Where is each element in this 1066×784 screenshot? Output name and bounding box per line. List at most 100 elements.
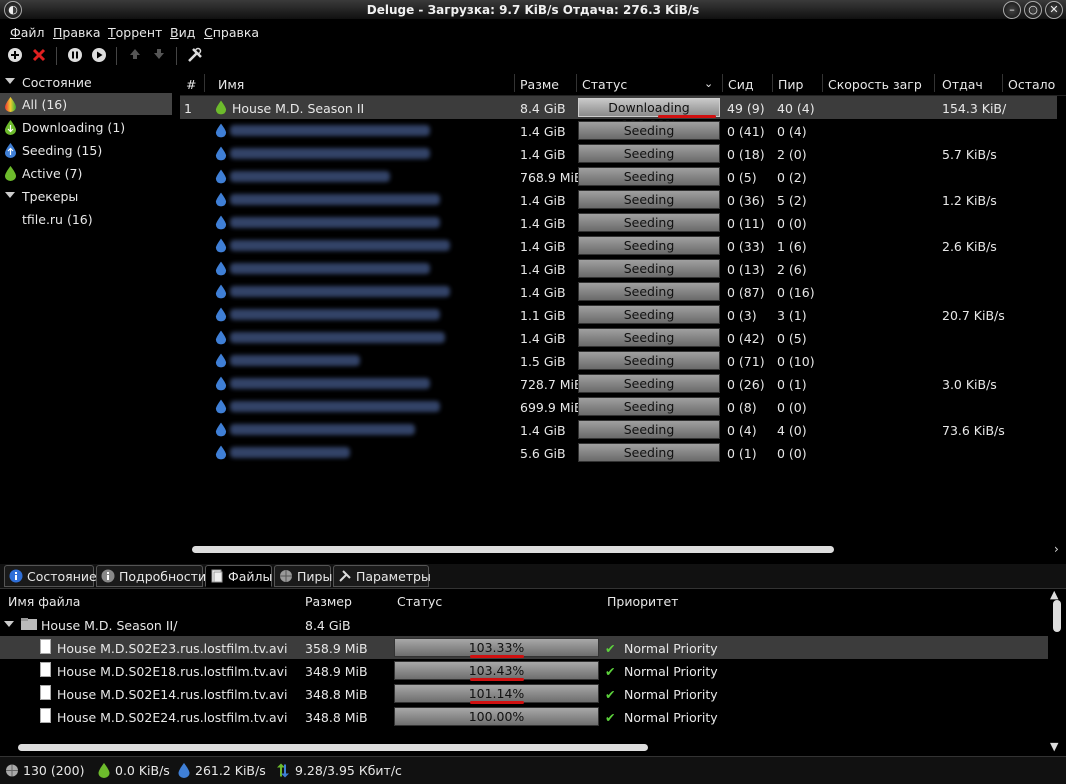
torrent-upload-speed: 2.6 KiB/s (942, 239, 997, 254)
torrent-seeds: 0 (8) (727, 400, 757, 415)
queue-up-icon[interactable] (126, 47, 144, 65)
torrent-status-bar: Seeding (578, 259, 720, 278)
tab-files[interactable]: Файлы (205, 565, 272, 587)
files-hscrollbar[interactable] (18, 744, 648, 751)
torrent-row[interactable]: 1.4 GiB Seeding 0 (13) 2 (6) (180, 257, 1057, 280)
col-up-speed[interactable]: Отдач (942, 77, 983, 92)
file-priority[interactable]: Normal Priority (624, 710, 718, 725)
torrent-peers: 5 (2) (777, 193, 807, 208)
col-eta[interactable]: Остало (1008, 77, 1055, 92)
col-size[interactable]: Разме (520, 77, 559, 92)
torrent-row[interactable]: 1.4 GiB Seeding 0 (18) 2 (0) 5.7 KiB/s (180, 142, 1057, 165)
menu-bar: Файл Правка Торрент Вид Справка (0, 20, 1066, 44)
expand-triangle-icon[interactable] (5, 78, 15, 84)
file-name: House M.D.S02E18.rus.lostfilm.tv.avi (57, 664, 288, 679)
torrent-row[interactable]: 5.6 GiB Seeding 0 (1) 0 (0) (180, 441, 1057, 464)
blurred-torrent-name (230, 309, 440, 320)
folder-icon (21, 618, 37, 630)
menu-help[interactable]: Справка (204, 25, 259, 40)
close-icon[interactable]: ✕ (1045, 1, 1063, 19)
torrent-peers: 0 (16) (777, 285, 815, 300)
menu-view[interactable]: Вид (170, 25, 195, 40)
menu-file[interactable]: Файл (10, 25, 45, 40)
torrent-status-bar: Seeding (578, 190, 720, 209)
col-filesize[interactable]: Размер (305, 594, 352, 609)
resume-icon[interactable] (90, 47, 108, 65)
sidebar-state-header[interactable]: Состояние (0, 71, 172, 93)
file-priority[interactable]: Normal Priority (624, 664, 718, 679)
torrent-row[interactable]: 1.5 GiB Seeding 0 (71) 0 (10) (180, 349, 1057, 372)
torrent-row[interactable]: 1.4 GiB Seeding 0 (11) 0 (0) (180, 211, 1057, 234)
col-down-speed[interactable]: Скорость загр (828, 77, 922, 92)
maximize-icon[interactable]: ○ (1024, 1, 1042, 19)
torrent-row[interactable]: 1.4 GiB Seeding 0 (41) 0 (4) (180, 119, 1057, 142)
sidebar-trackers-header[interactable]: Трекеры (0, 185, 172, 207)
menu-torrent[interactable]: Торрент (108, 25, 162, 40)
torrent-seeds: 0 (87) (727, 285, 765, 300)
file-row[interactable]: House M.D.S02E14.rus.lostfilm.tv.avi 348.… (0, 682, 1048, 705)
torrent-size: 699.9 MiB (520, 400, 583, 415)
blue-drop-icon (215, 422, 227, 437)
sidebar-item-active[interactable]: Active (7) (0, 162, 172, 184)
scroll-up-icon[interactable]: ▲ (1050, 588, 1058, 601)
file-row[interactable]: House M.D.S02E24.rus.lostfilm.tv.avi 348.… (0, 705, 1048, 728)
sidebar-item-all[interactable]: All (16) (0, 93, 172, 115)
col-name[interactable]: Имя (218, 77, 244, 92)
torrent-row[interactable]: 1.4 GiB Seeding 0 (4) 4 (0) 73.6 KiB/s (180, 418, 1057, 441)
torrent-row[interactable]: 1.4 GiB Seeding 0 (87) 0 (16) (180, 280, 1057, 303)
file-row[interactable]: House M.D.S02E23.rus.lostfilm.tv.avi 358.… (0, 636, 1048, 659)
expand-triangle-icon[interactable] (5, 192, 15, 198)
scroll-down-icon[interactable]: ▼ (1050, 740, 1058, 753)
col-status[interactable]: Статус (582, 77, 627, 92)
rainbow-drop-icon (5, 97, 16, 112)
blurred-torrent-name (230, 355, 360, 366)
pause-icon[interactable] (66, 47, 84, 65)
green-drop-icon (5, 120, 16, 135)
add-torrent-icon[interactable] (6, 47, 24, 65)
tab-details[interactable]: Подробности (96, 565, 206, 587)
files-vscrollbar[interactable] (1053, 600, 1061, 632)
folder-row[interactable]: House M.D. Season II/ 8.4 GiB (0, 613, 1048, 636)
torrent-row[interactable]: 1.4 GiB Seeding 0 (33) 1 (6) 2.6 KiB/s (180, 234, 1057, 257)
torrent-size: 5.6 GiB (520, 446, 566, 461)
sidebar-item-downloading[interactable]: Downloading (1) (0, 116, 172, 138)
torrent-row[interactable]: 768.9 MiB Seeding 0 (5) 0 (2) (180, 165, 1057, 188)
upload-speed[interactable]: 261.2 KiB/s (195, 763, 266, 778)
protocol-traffic[interactable]: 9.28/3.95 Кбит/с (295, 763, 402, 778)
minimize-icon[interactable]: – (1003, 1, 1021, 19)
tab-options[interactable]: Параметры (333, 565, 431, 587)
preferences-icon[interactable] (186, 47, 204, 65)
torrent-row[interactable]: 728.7 MiB Seeding 0 (26) 0 (1) 3.0 KiB/s (180, 372, 1057, 395)
torrent-row[interactable]: 1.4 GiB Seeding 0 (42) 0 (5) (180, 326, 1057, 349)
file-size: 348.8 MiB (305, 687, 368, 702)
col-filename[interactable]: Имя файла (8, 594, 80, 609)
tab-peers[interactable]: Пиры (274, 565, 332, 587)
sidebar-item-seeding[interactable]: Seeding (15) (0, 139, 172, 161)
torrent-row[interactable]: 699.9 MiB Seeding 0 (8) 0 (0) (180, 395, 1057, 418)
file-priority[interactable]: Normal Priority (624, 687, 718, 702)
scroll-right-icon[interactable]: › (1054, 542, 1064, 556)
connections-count[interactable]: 130 (200) (23, 763, 84, 778)
upload-speed-icon (178, 763, 190, 778)
sidebar-item-tracker[interactable]: tfile.ru (16) (0, 208, 172, 230)
blurred-torrent-name (230, 401, 440, 412)
file-priority[interactable]: Normal Priority (624, 641, 718, 656)
torrent-row[interactable]: 1 House M.D. Season II 8.4 GiB Downloading … (180, 96, 1057, 132)
col-priority[interactable]: Приоритет (607, 594, 678, 609)
queue-down-icon[interactable] (150, 47, 168, 65)
col-seeds[interactable]: Сид (728, 77, 754, 92)
torrent-list-hscrollbar[interactable] (192, 546, 834, 553)
col-peers[interactable]: Пир (778, 77, 803, 92)
torrent-row[interactable]: 1.4 GiB Seeding 0 (36) 5 (2) 1.2 KiB/s (180, 188, 1057, 211)
sort-chevron-icon[interactable]: ⌄ (704, 77, 713, 90)
file-name: House M.D.S02E24.rus.lostfilm.tv.avi (57, 710, 288, 725)
remove-torrent-icon[interactable] (30, 47, 48, 65)
file-row[interactable]: House M.D.S02E18.rus.lostfilm.tv.avi 348.… (0, 659, 1048, 682)
expand-triangle-icon[interactable] (4, 621, 14, 627)
col-filestatus[interactable]: Статус (397, 594, 442, 609)
torrent-row[interactable]: 1.1 GiB Seeding 0 (3) 3 (1) 20.7 KiB/s (180, 303, 1057, 326)
tab-status[interactable]: Состояние (4, 565, 97, 587)
menu-edit[interactable]: Правка (53, 25, 101, 40)
download-speed[interactable]: 0.0 KiB/s (115, 763, 170, 778)
col-num[interactable]: # (186, 77, 196, 92)
